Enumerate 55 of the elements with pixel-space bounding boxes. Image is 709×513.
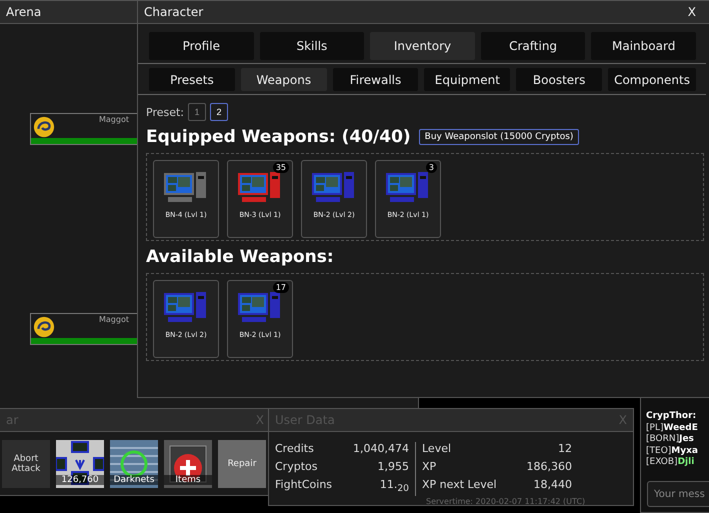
enemy-name: Maggot	[99, 115, 129, 124]
count-badge: 17	[272, 282, 289, 293]
network-icon	[56, 440, 104, 488]
stat-value: 12	[558, 442, 572, 457]
window-title: Character	[144, 5, 204, 19]
tab[interactable]: Components	[608, 68, 696, 91]
tab[interactable]: Weapons	[240, 68, 327, 91]
darknet-icon	[110, 440, 158, 488]
tab[interactable]: Skills	[260, 32, 364, 60]
stat-label: FightCoins	[275, 478, 332, 493]
server-time: Servertime: 2020-02-07 11:17:42 (UTC)	[426, 497, 586, 506]
buy-weaponslot-button[interactable]: Buy Weaponslot (15000 Cryptos)	[418, 129, 580, 145]
preset-label: Preset:	[146, 106, 184, 118]
stat-value: 11.$_{20}$	[380, 478, 409, 496]
tab[interactable]: Presets	[149, 68, 235, 91]
chat-line: [EXOB]Djli	[646, 457, 696, 468]
maggot-icon	[33, 316, 55, 338]
toolbar-button[interactable]: Repair	[218, 440, 266, 488]
stat-label: Cryptos	[275, 460, 318, 475]
tab[interactable]: Equipment	[424, 68, 510, 91]
chat-line: [BORN]Jes	[646, 434, 695, 446]
enemy-bar[interactable]: Maggot	[30, 113, 138, 145]
stat-value: 1,955	[378, 460, 409, 475]
stat-value: 1,040,474	[353, 442, 409, 457]
chat-line: [PL]WeedE	[646, 422, 699, 434]
preset-button[interactable]: 1	[188, 103, 206, 121]
stat-value: 186,360	[526, 460, 572, 475]
chat-line: [TEO]Myxa	[646, 446, 699, 457]
tab[interactable]: Boosters	[516, 68, 602, 91]
enemy-bar[interactable]: Maggot	[30, 313, 138, 345]
stat-label: Credits	[275, 442, 314, 457]
tab[interactable]: Inventory	[370, 32, 475, 60]
tab[interactable]: Profile	[149, 32, 254, 60]
toolbar-button[interactable]: Abort Attack	[2, 440, 50, 488]
first-aid-icon	[164, 440, 212, 488]
toolbar-button[interactable]: 126,760	[56, 440, 104, 488]
tab[interactable]: Firewalls	[332, 68, 418, 91]
tab[interactable]: Crafting	[480, 32, 586, 60]
maggot-icon	[33, 116, 55, 138]
chat-line: CrypThor:	[646, 411, 698, 422]
count-badge: 3	[426, 162, 437, 173]
message-input[interactable]: Your mess	[647, 481, 709, 507]
stat-label: XP next Level	[422, 478, 497, 493]
tab[interactable]: Mainboard	[591, 32, 696, 60]
section-heading: Equipped Weapons: (40/40)	[146, 127, 411, 147]
toolbar-button[interactable]: Darknets	[110, 440, 158, 488]
toolbar-button[interactable]: Items	[164, 440, 212, 488]
count-badge: 35	[272, 162, 289, 173]
section-heading: Available Weapons:	[146, 247, 334, 267]
stat-value: 18,440	[534, 478, 572, 493]
enemy-name: Maggot	[99, 315, 129, 324]
stat-label: XP	[422, 460, 436, 475]
stat-label: Level	[422, 442, 452, 457]
preset-button[interactable]: 2	[210, 103, 228, 121]
close-button[interactable]: X	[688, 5, 696, 19]
